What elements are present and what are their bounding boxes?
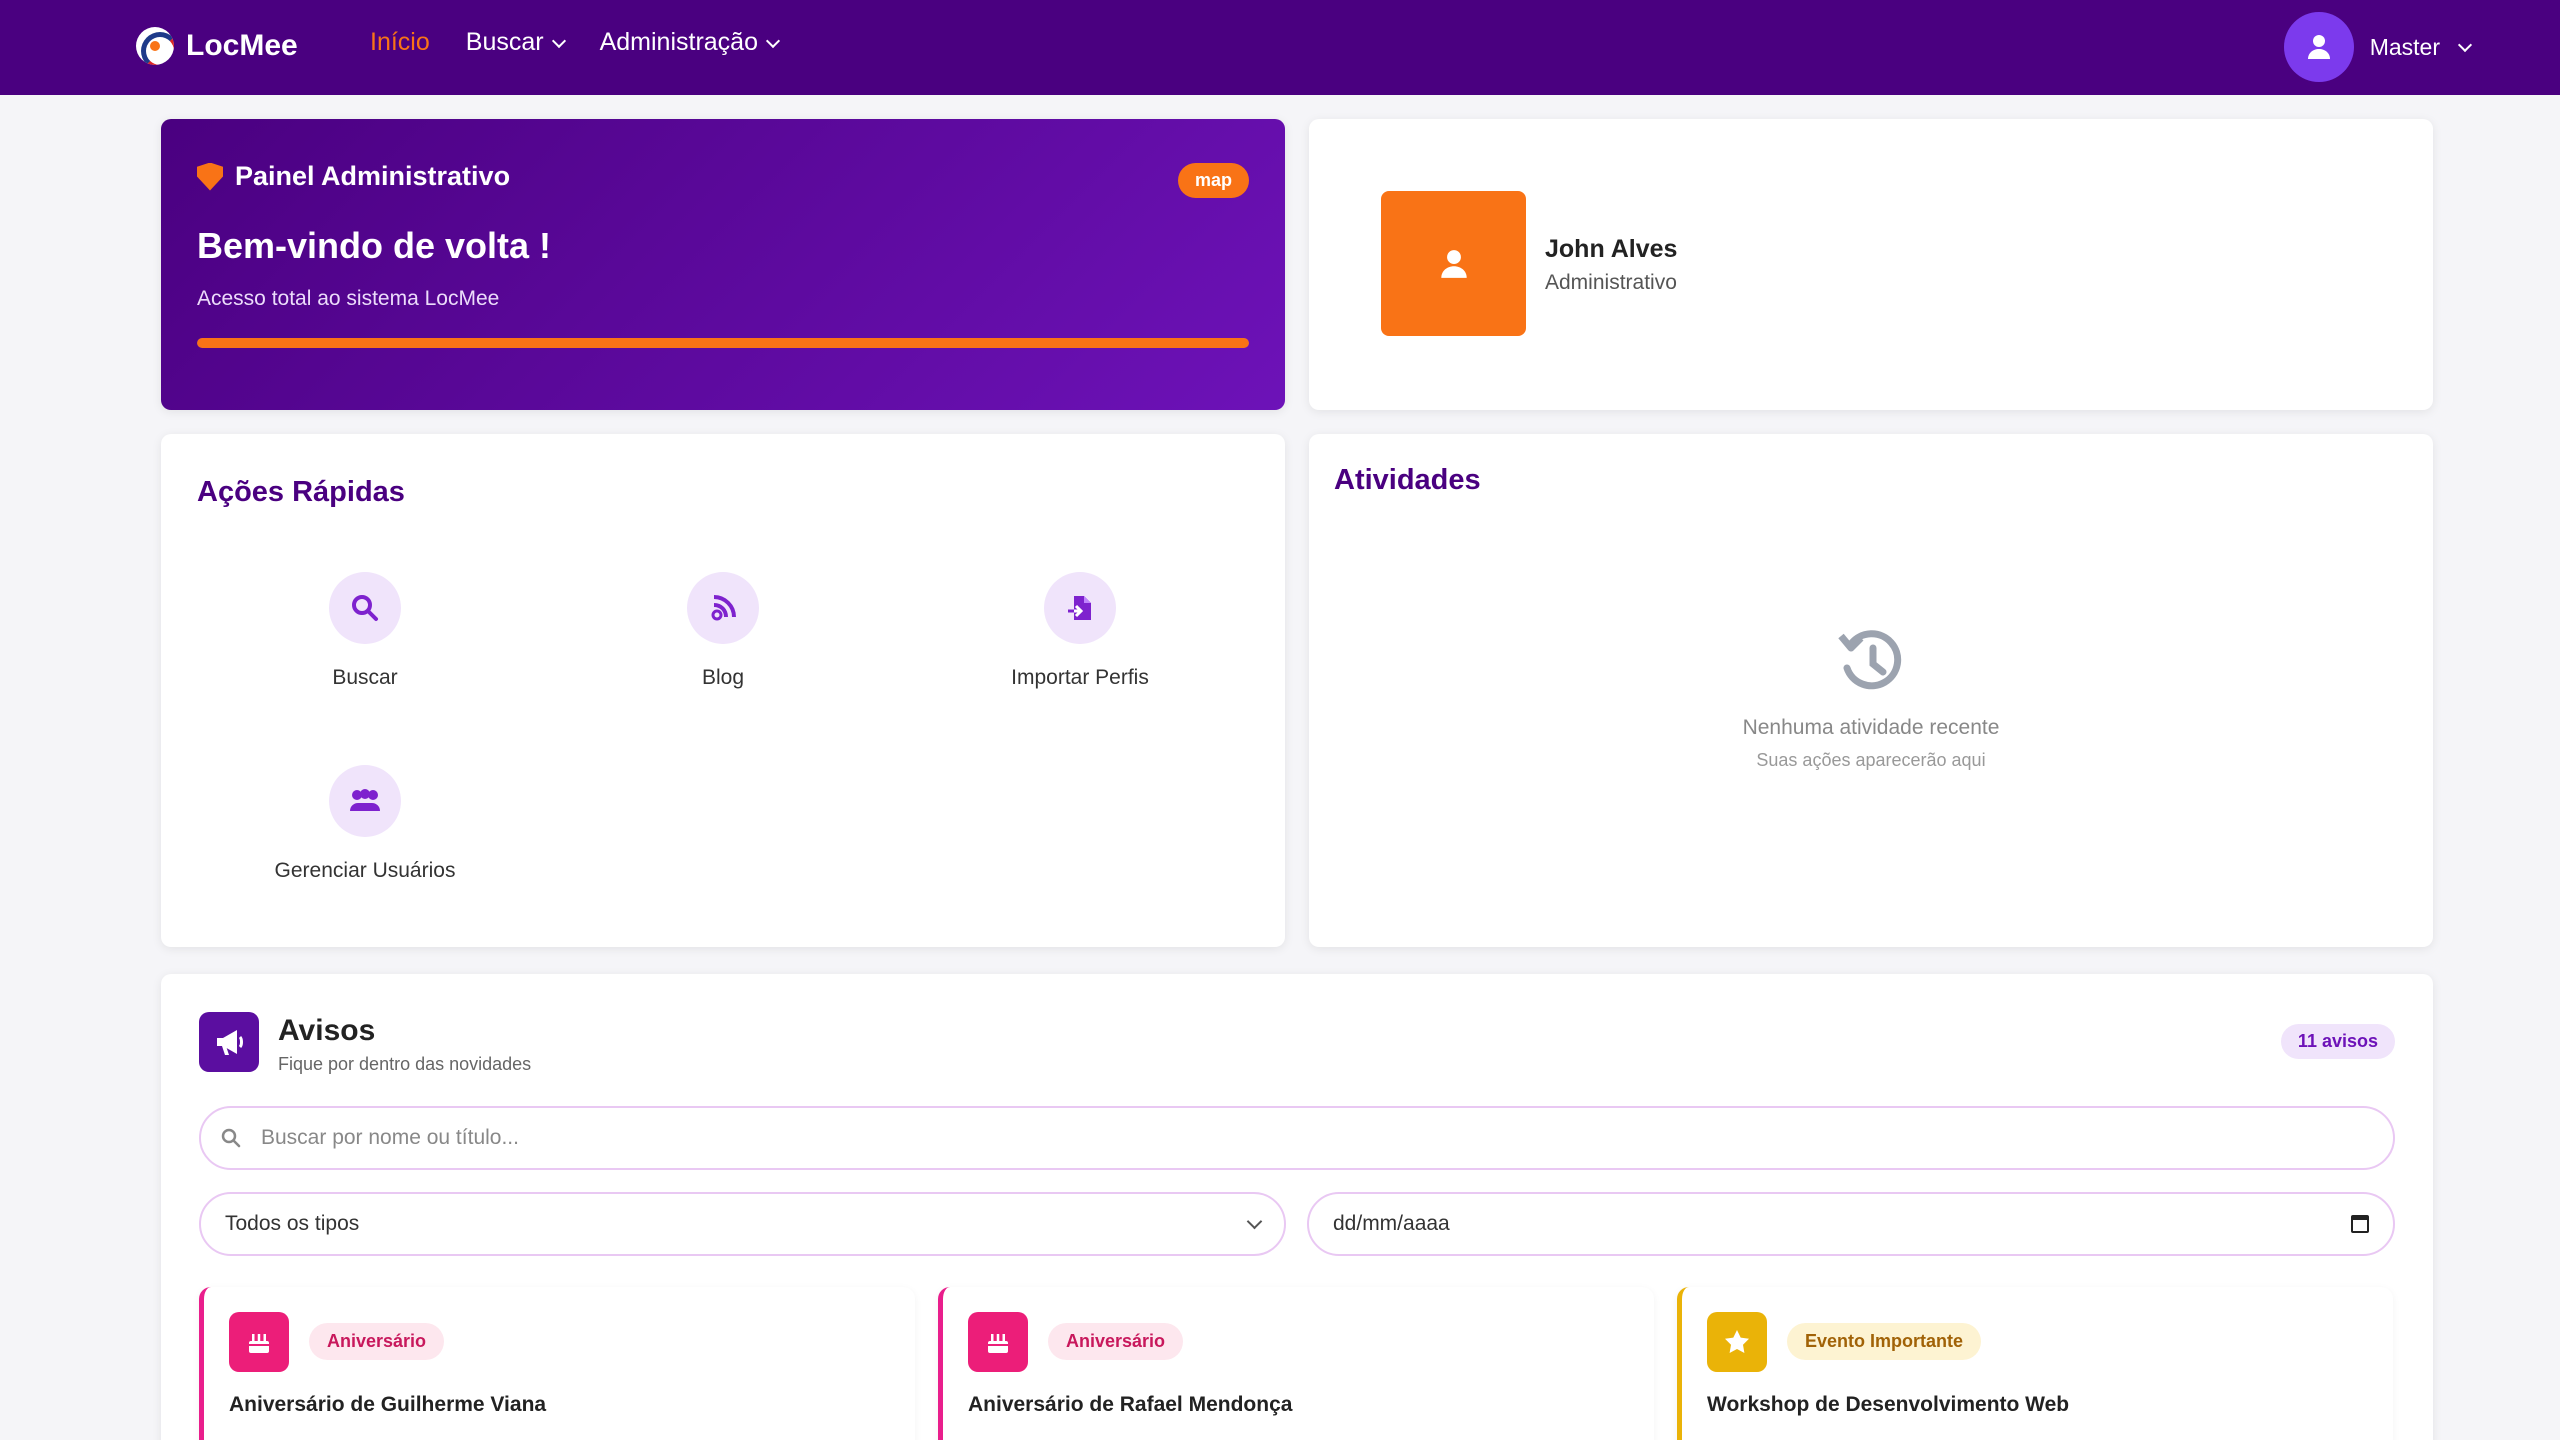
nav-link-label: Buscar [465,28,544,56]
notice-card[interactable]: Aniversário Aniversário de Guilherme Via… [199,1287,915,1440]
activities-title: Atividades [1334,464,1481,496]
quick-action-buscar[interactable]: Buscar [215,572,515,690]
blog-icon [687,572,759,644]
megaphone-icon [199,1012,259,1072]
chevron-down-icon [1246,1213,1263,1229]
date-placeholder: dd/mm/aaaa [1333,1212,1450,1235]
cake-icon [968,1312,1028,1372]
admin-panel-card: Painel Administrativo map Bem-vindo de v… [161,119,1285,410]
progress-bar-fill [197,338,1249,348]
activities-empty-title: Nenhuma atividade recente [1742,716,2000,739]
notice-tag: Aniversário [1048,1323,1184,1360]
nav-link-label: Início [370,28,430,56]
search-placeholder: Buscar por nome ou título... [261,1126,519,1149]
profile-card: John Alves Administrativo [1309,119,2433,410]
user-menu-label: Master [2369,33,2440,60]
history-icon [1838,630,1902,690]
activities-empty-subtitle: Suas ações aparecerão aqui [1756,750,1986,770]
profile-name: John Alves [1545,235,1678,263]
quick-action-label: Buscar [332,666,398,689]
notice-card[interactable]: Aniversário Aniversário de Rafael Mendon… [938,1287,1654,1440]
top-navbar: LocMee Início Buscar Administração Maste… [0,0,2560,95]
nav-links: Início Buscar Administração [370,28,781,57]
notice-tag: Aniversário [309,1323,445,1360]
quick-action-label: Blog [701,666,745,689]
notice-title: Aniversário de Guilherme Viana [229,1393,547,1416]
quick-action-gerenciar-usuarios[interactable]: Gerenciar Usuários [215,765,515,883]
nav-link-label: Administração [599,28,758,56]
search-icon [329,572,401,644]
avatar [2283,12,2354,82]
users-icon [329,765,401,837]
quick-action-label: Importar Perfis [1011,666,1149,689]
calendar-icon[interactable] [2351,1215,2369,1233]
profile-avatar [1381,191,1526,336]
star-icon [1707,1312,1767,1372]
user-icon [2307,35,2330,59]
profile-role: Administrativo [1545,271,1677,294]
notice-card[interactable]: Evento Importante Workshop de Desenvolvi… [1677,1287,2393,1440]
nav-link-administracao[interactable]: Administração [599,28,781,57]
notice-title: Workshop de Desenvolvimento Web [1707,1393,2070,1416]
map-badge[interactable]: map [1177,163,1249,198]
cake-icon [229,1312,289,1372]
search-icon [221,1128,241,1148]
notices-search-input[interactable]: Buscar por nome ou título... [199,1106,2395,1170]
chevron-down-icon [2457,37,2473,53]
user-icon [1440,249,1467,278]
shield-icon [197,162,223,191]
progress-bar [197,338,1249,348]
notice-type-select[interactable]: Todos os tipos [199,1192,1286,1256]
quick-action-importar-perfis[interactable]: Importar Perfis [930,572,1230,690]
notices-subtitle: Fique por dentro das novidades [278,1054,532,1074]
quick-action-label: Gerenciar Usuários [274,859,456,882]
activities-empty-state: Nenhuma atividade recente Suas ações apa… [1309,624,2433,771]
chevron-down-icon [551,33,566,48]
locmee-logo-icon [136,27,174,65]
admin-panel-heading: Painel Administrativo [197,161,510,192]
brand-name: LocMee [186,29,298,62]
welcome-subtitle: Acesso total ao sistema LocMee [197,287,500,310]
import-icon [1044,572,1116,644]
user-menu[interactable]: Master [2283,12,2473,82]
chevron-down-icon [765,33,781,48]
notice-date-input[interactable]: dd/mm/aaaa [1307,1192,2395,1256]
welcome-title: Bem-vindo de volta ! [197,225,552,266]
notices-count-badge: 11 avisos [2280,1024,2395,1059]
brand[interactable]: LocMee [136,27,298,65]
quick-actions-card: Ações Rápidas Buscar Blog Importar Perfi… [161,434,1285,947]
notices-card: Avisos Fique por dentro das novidades 11… [161,974,2433,1440]
notice-tag: Evento Importante [1787,1323,1982,1360]
notices-title: Avisos [278,1014,376,1047]
nav-link-inicio[interactable]: Início [370,28,430,57]
notice-type-value: Todos os tipos [225,1212,360,1235]
quick-actions-title: Ações Rápidas [197,476,405,508]
notice-title: Aniversário de Rafael Mendonça [968,1393,1293,1416]
activities-card: Atividades Nenhuma atividade recente Sua… [1309,434,2433,947]
quick-action-blog[interactable]: Blog [573,572,873,690]
nav-link-buscar[interactable]: Buscar [465,28,566,57]
admin-panel-title: Painel Administrativo [235,161,511,191]
